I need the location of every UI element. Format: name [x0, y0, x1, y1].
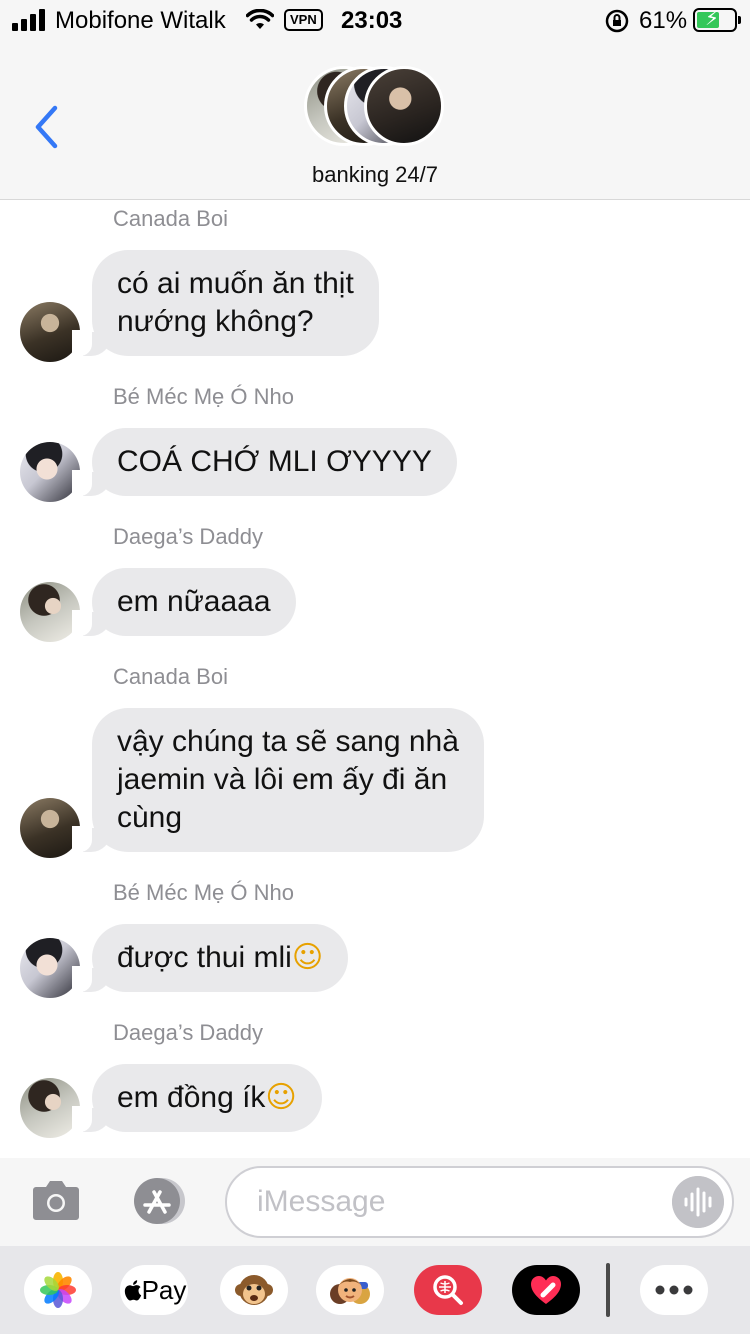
more-icon — [655, 1285, 693, 1295]
sender-avatar[interactable] — [20, 442, 80, 502]
message-bubble[interactable]: em đồng ík☺ — [72, 1064, 322, 1132]
group-avatar-stack[interactable] — [304, 66, 449, 146]
wifi-icon — [246, 9, 274, 29]
message-line: em nữaaaa — [117, 585, 271, 618]
status-bar: Mobifone Witalk VPN 23:03 61% ⚡ — [0, 0, 750, 40]
animoji-icon — [235, 1275, 273, 1305]
memoji-icon — [330, 1278, 370, 1304]
message-line: cùng — [117, 801, 183, 834]
group-name[interactable]: banking 24/7 — [0, 162, 750, 188]
battery-percentage: 61% — [639, 7, 688, 34]
sender-name: Daega’s Daddy — [113, 524, 264, 549]
digital-touch-button[interactable] — [512, 1265, 580, 1315]
orientation-lock-icon — [605, 9, 629, 33]
audio-message-icon[interactable] — [672, 1176, 724, 1228]
message-bubble[interactable]: COÁ CHỚ MLI ƠYYYY — [72, 428, 457, 496]
back-button[interactable] — [32, 104, 62, 150]
message-text: được thui mli — [117, 941, 292, 974]
compose-bar — [0, 1158, 750, 1246]
message-bubble[interactable]: vậy chúng ta sẽ sang nhà jaemin và lôi e… — [72, 708, 484, 852]
conversation-header: banking 24/7 — [0, 40, 750, 200]
charging-bolt-icon: ⚡ — [705, 8, 720, 30]
message-bubble[interactable]: có ai muốn ăn thịt nướng không? — [72, 250, 379, 356]
drawer-divider — [606, 1263, 610, 1317]
apple-pay-label: Pay — [141, 1274, 187, 1305]
image-search-icon — [433, 1275, 463, 1305]
sender-avatar[interactable] — [20, 582, 80, 642]
message-line: jaemin và lôi em ấy đi ăn — [117, 763, 448, 796]
sender-avatar[interactable] — [20, 938, 80, 998]
sender-avatar[interactable] — [20, 302, 80, 362]
clock: 23:03 — [341, 7, 403, 34]
group-member-avatar — [364, 66, 444, 146]
message-text: em đồng ík — [117, 1081, 266, 1114]
carrier-name: Mobifone Witalk — [55, 7, 226, 34]
message-line: nướng không? — [117, 305, 314, 338]
apple-pay-button[interactable]: Pay — [120, 1265, 188, 1315]
sender-name: Daega’s Daddy — [113, 1020, 264, 1045]
camera-button[interactable] — [32, 1177, 80, 1221]
sender-name: Bé Méc Mẹ Ó Nho — [113, 880, 294, 905]
app-store-button[interactable] — [127, 1177, 189, 1225]
message-line: có ai muốn ăn thịt — [117, 267, 354, 300]
message-line: COÁ CHỚ MLI ƠYYYY — [117, 445, 432, 478]
more-apps-button[interactable] — [640, 1265, 708, 1315]
battery-icon: ⚡ — [693, 8, 741, 32]
animoji-button[interactable] — [220, 1265, 288, 1315]
message-bubble[interactable]: được thui mli☺ — [71, 924, 349, 992]
smiling-face-with-hearts-icon: ☺ — [265, 1080, 297, 1115]
message-line: vậy chúng ta sẽ sang nhà — [117, 725, 459, 758]
app-drawer: Pay — [0, 1246, 750, 1334]
message-thread[interactable]: Canada Boi có ai muốn ăn thịt nướng khôn… — [0, 200, 750, 1158]
message-input[interactable] — [257, 1180, 657, 1224]
photos-icon — [40, 1272, 76, 1308]
memoji-button[interactable] — [316, 1265, 384, 1315]
sender-name: Bé Méc Mẹ Ó Nho — [113, 384, 294, 409]
cellular-signal-icon — [12, 9, 48, 31]
digital-touch-icon — [531, 1276, 561, 1304]
sender-avatar[interactable] — [20, 1078, 80, 1138]
apple-logo-icon — [124, 1280, 141, 1301]
sender-name: Canada Boi — [113, 664, 228, 689]
smiling-face-with-hearts-icon: ☺ — [291, 940, 324, 975]
sender-name: Canada Boi — [113, 206, 228, 231]
vpn-badge: VPN — [284, 9, 323, 31]
message-bubble[interactable]: em nữaaaa — [72, 568, 296, 636]
photos-app-button[interactable] — [24, 1265, 92, 1315]
image-search-button[interactable] — [414, 1265, 482, 1315]
sender-avatar[interactable] — [20, 798, 80, 858]
message-input-field[interactable] — [225, 1166, 734, 1238]
